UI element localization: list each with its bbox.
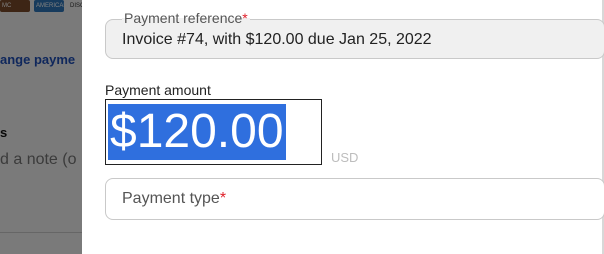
- record-payment-modal: Payment reference* Invoice #74, with $12…: [82, 0, 604, 254]
- currency-label: USD: [331, 150, 359, 165]
- payment-amount-input[interactable]: $120.00: [105, 99, 322, 165]
- required-mark: *: [219, 190, 227, 207]
- payment-reference-label: Payment reference*: [122, 10, 250, 26]
- payment-type-select[interactable]: Payment type*: [105, 178, 604, 220]
- payment-amount-label: Payment amount: [105, 82, 211, 98]
- payment-type-label: Payment type*: [122, 190, 227, 207]
- modal-backdrop[interactable]: [0, 0, 82, 254]
- payment-amount-value: $120.00: [108, 104, 286, 160]
- payment-reference-field[interactable]: Payment reference* Invoice #74, with $12…: [105, 10, 604, 59]
- payment-reference-value: Invoice #74, with $120.00 due Jan 25, 20…: [122, 31, 432, 48]
- required-mark: *: [242, 10, 248, 26]
